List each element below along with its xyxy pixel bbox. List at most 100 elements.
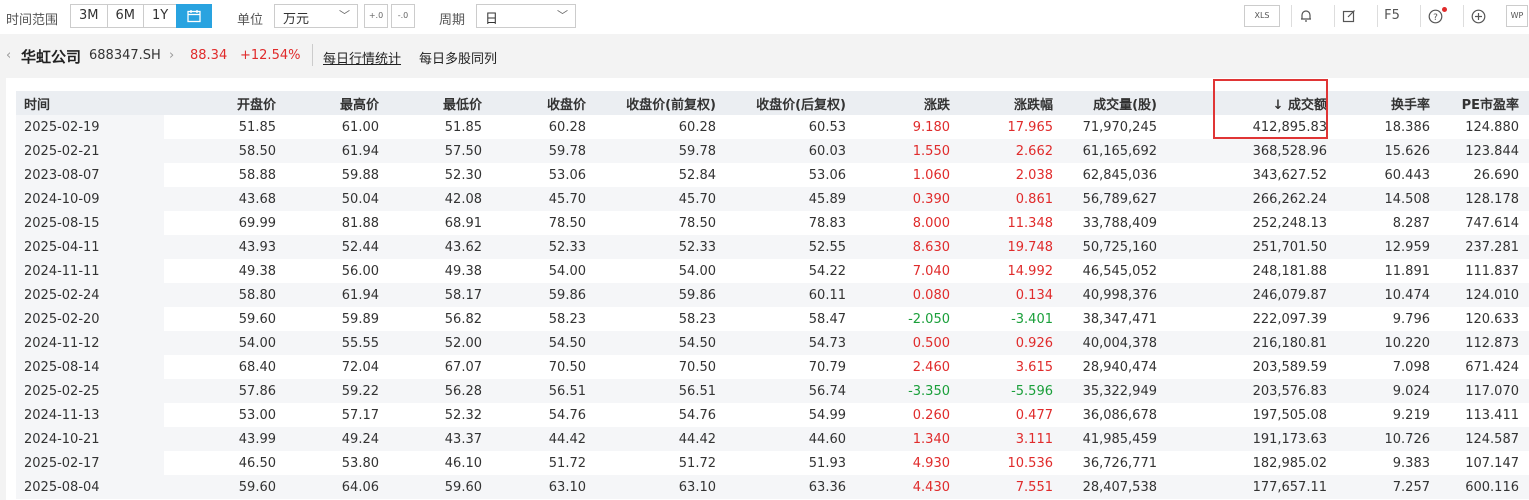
cell-close-bwd: 54.73 (726, 331, 856, 355)
table-row[interactable]: 2024-11-11 49.38 56.00 49.38 54.00 54.00 54.22… (16, 259, 1529, 283)
cell-close-fwd: 51.72 (678, 455, 716, 471)
header-volume[interactable]: 成交量(股) (1063, 91, 1167, 115)
cell-date: 2025-08-14 (16, 355, 164, 379)
table-row[interactable]: 2024-11-12 54.00 55.55 52.00 54.50 54.50 54.73… (16, 331, 1529, 355)
header-turnover-rate[interactable]: 换手率 (1337, 91, 1440, 115)
header-high[interactable]: 最高价 (286, 91, 389, 115)
cell-change-pct: 10.536 (1007, 455, 1054, 471)
edit-icon[interactable] (1334, 5, 1363, 27)
cell-amount: 412,895.83 (1252, 119, 1327, 135)
cell-pe: 113.411 (1465, 407, 1519, 423)
table-row[interactable]: 2025-08-04 59.60 64.06 59.60 63.10 63.10 63.36… (16, 475, 1529, 499)
decimal-decrease-button[interactable]: -.0 (391, 4, 415, 28)
cell-pe: 124.010 (1440, 283, 1529, 307)
cell-amount: 182,985.02 (1252, 455, 1327, 471)
cell-close-bwd: 58.47 (808, 311, 846, 327)
range-option-6m[interactable]: 6M (106, 4, 144, 28)
tab-daily-stats[interactable]: 每日行情统计 (323, 48, 401, 67)
cell-change: 0.500 (856, 331, 960, 355)
cell-close-fwd: 52.33 (596, 235, 726, 259)
table-row[interactable]: 2025-02-21 58.50 61.94 57.50 59.78 59.78 60.03… (16, 139, 1529, 163)
decimal-increase-button[interactable]: +.0 (364, 4, 388, 28)
cell-high: 53.80 (341, 455, 379, 471)
table-row[interactable]: 2025-02-17 46.50 53.80 46.10 51.72 51.72 51.93… (16, 451, 1529, 475)
cell-open: 43.99 (164, 427, 286, 451)
cell-close-fwd: 59.86 (596, 283, 726, 307)
range-option-3m[interactable]: 3M (70, 4, 108, 28)
cell-change-pct: 0.926 (960, 331, 1063, 355)
cell-date: 2025-08-04 (16, 475, 164, 499)
header-close-forward-adj[interactable]: 收盘价(前复权) (596, 91, 726, 115)
cell-close-fwd: 52.84 (678, 167, 716, 183)
cell-amount: 251,701.50 (1167, 235, 1337, 259)
chevron-right-icon[interactable]: › (169, 48, 174, 63)
header-change[interactable]: 涨跌 (856, 91, 960, 115)
help-icon[interactable]: ? (1420, 5, 1449, 27)
wps-export-button[interactable]: WP (1506, 5, 1528, 27)
cell-close-fwd: 59.78 (596, 139, 726, 163)
cell-high: 81.88 (341, 215, 379, 231)
cell-open: 53.00 (238, 407, 276, 423)
cell-change-pct: 0.861 (960, 187, 1063, 211)
cell-amount: 248,181.88 (1252, 263, 1327, 279)
export-excel-button[interactable]: XLS (1244, 5, 1280, 27)
cell-volume: 28,407,538 (1063, 475, 1167, 499)
cell-close-fwd: 63.10 (596, 475, 726, 499)
cell-change-pct: -5.596 (960, 379, 1063, 403)
table-row[interactable]: 2025-02-20 59.60 59.89 56.82 58.23 58.23 58.47… (16, 307, 1529, 331)
header-date[interactable]: 时间 (16, 91, 164, 115)
add-icon[interactable] (1463, 5, 1492, 27)
range-option-1y[interactable]: 1Y (143, 4, 178, 28)
table-row[interactable]: 2025-04-11 43.93 52.44 43.62 52.33 52.33 52.55… (16, 235, 1529, 259)
table-row[interactable]: 2025-08-14 68.40 72.04 67.07 70.50 70.50 70.79… (16, 355, 1529, 379)
cell-high: 59.88 (341, 167, 379, 183)
table-row[interactable]: 2024-10-21 43.99 49.24 43.37 44.42 44.42 44.60… (16, 427, 1529, 451)
cell-turnover: 10.220 (1337, 331, 1440, 355)
header-open[interactable]: 开盘价 (164, 91, 286, 115)
header-change-pct[interactable]: 涨跌幅 (960, 91, 1063, 115)
cell-date: 2024-10-21 (16, 427, 164, 451)
cell-high: 56.00 (341, 263, 379, 279)
unit-select[interactable]: 万元 ﹀ (274, 4, 358, 28)
cell-date: 2025-08-15 (16, 211, 164, 235)
header-low[interactable]: 最低价 (389, 91, 492, 115)
calendar-icon (187, 9, 201, 22)
cell-low: 56.82 (444, 311, 482, 327)
cell-close-fwd: 56.51 (596, 379, 726, 403)
cell-close: 63.10 (492, 475, 596, 499)
refresh-f5-button[interactable]: F5 (1377, 5, 1406, 27)
range-segment: 3M 6M 1Y (70, 4, 213, 28)
table-row[interactable]: 2024-10-09 43.68 50.04 42.08 45.70 45.70 45.89… (16, 187, 1529, 211)
table-row[interactable]: 2025-02-25 57.86 59.22 56.28 56.51 56.51 56.74… (16, 379, 1529, 403)
calendar-button[interactable] (176, 4, 213, 28)
cell-change: -2.050 (908, 311, 950, 327)
cell-change: 8.630 (856, 235, 960, 259)
cell-volume: 50,725,160 (1063, 235, 1167, 259)
table-row[interactable]: 2023-08-07 58.88 59.88 52.30 53.06 52.84 53.06… (16, 163, 1529, 187)
cell-amount: 266,262.24 (1167, 187, 1337, 211)
table-row[interactable]: 2025-02-24 58.80 61.94 58.17 59.86 59.86 60.11… (16, 283, 1529, 307)
chevron-left-icon[interactable]: ‹ (6, 48, 11, 63)
cell-pe: 128.178 (1440, 187, 1529, 211)
cell-close-bwd: 78.83 (808, 215, 846, 231)
header-close-backward-adj[interactable]: 收盘价(后复权) (726, 91, 856, 115)
table-row[interactable]: 2024-11-13 53.00 57.17 52.32 54.76 54.76 54.99… (16, 403, 1529, 427)
header-turnover-amount-sorted[interactable]: ↓ 成交额 (1167, 91, 1337, 115)
cell-high: 61.00 (341, 119, 379, 135)
period-select[interactable]: 日 ﹀ (476, 4, 576, 28)
header-close[interactable]: 收盘价 (492, 91, 596, 115)
table-row[interactable]: 2025-02-19 51.85 61.00 51.85 60.28 60.28 60.53… (16, 115, 1529, 139)
cell-date: 2024-11-11 (16, 259, 164, 283)
cell-change-pct: 11.348 (1007, 215, 1054, 231)
bell-icon[interactable] (1291, 5, 1320, 27)
table-row[interactable]: 2025-08-15 69.99 81.88 68.91 78.50 78.50 78.83… (16, 211, 1529, 235)
stock-code: 688347.SH (89, 48, 161, 63)
tab-multi-stock[interactable]: 每日多股同列 (419, 48, 497, 67)
cell-close-bwd: 54.22 (808, 263, 846, 279)
cell-close: 52.33 (492, 235, 596, 259)
cell-close: 59.78 (492, 139, 596, 163)
cell-pe: 111.837 (1465, 263, 1519, 279)
cell-change: 0.080 (856, 283, 960, 307)
header-pe-ratio[interactable]: PE市盈率 (1440, 91, 1529, 115)
cell-volume: 33,788,409 (1082, 215, 1157, 231)
